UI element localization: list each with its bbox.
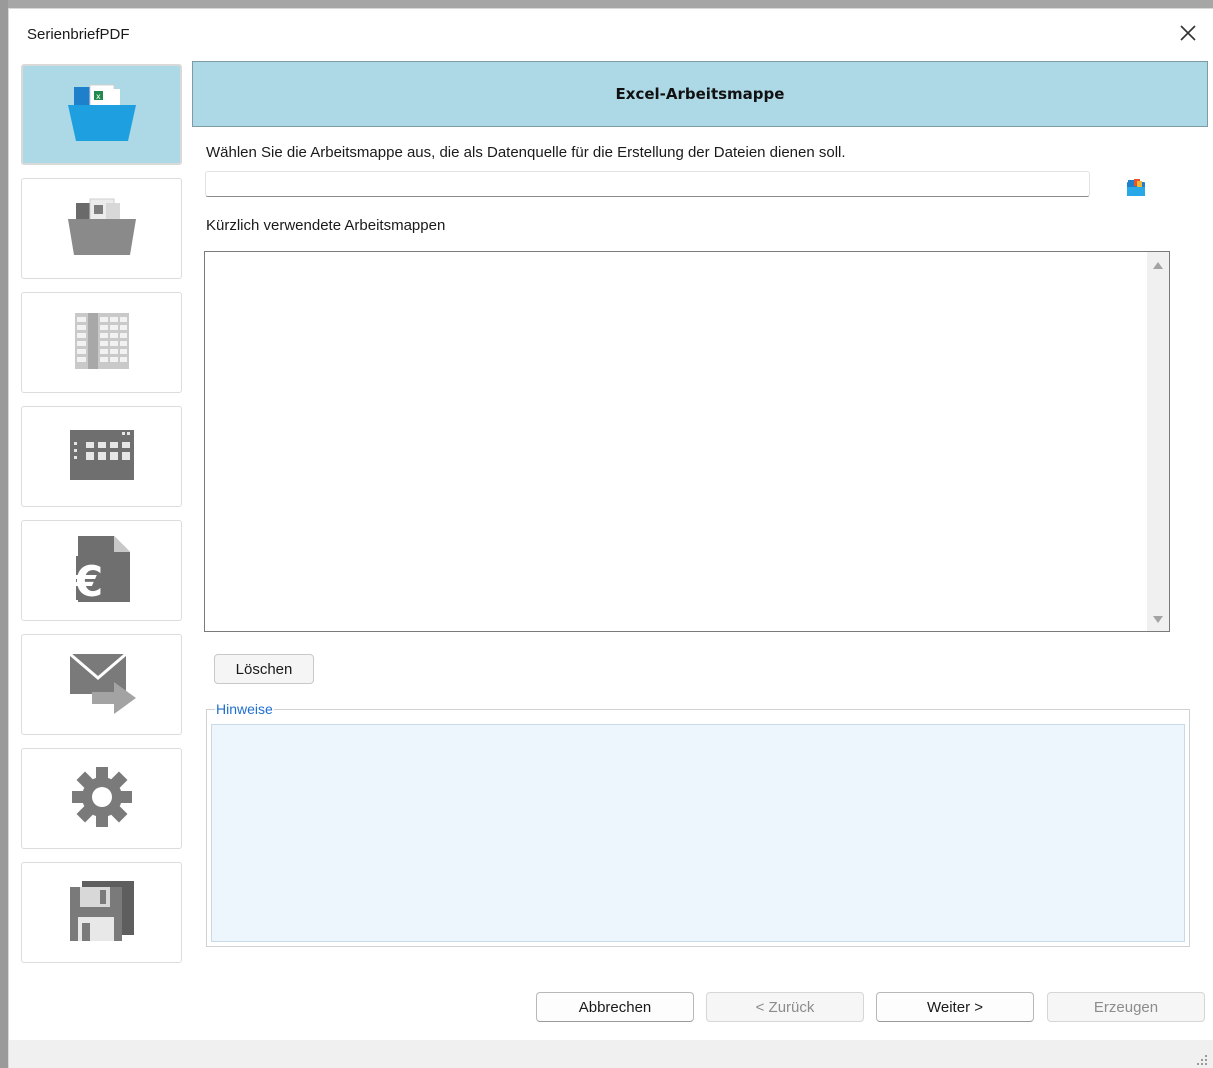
gear-icon [70,765,134,833]
floppy-disk-icon [68,879,136,947]
delete-button[interactable]: Löschen [214,654,314,684]
window-top-edge [0,0,1213,8]
window-left-edge [0,0,8,1068]
hints-group: Hinweise [206,701,1190,947]
scroll-up-icon[interactable] [1153,262,1163,269]
workbook-description: Wählen Sie die Arbeitsmappe aus, die als… [206,144,846,161]
mail-forward-icon [66,650,138,720]
page-header: Excel-Arbeitsmappe [192,61,1208,127]
sidebar-item-excel-workbook[interactable]: x [21,64,182,165]
euro-document-icon: € [72,534,132,608]
sidebar-item-settings[interactable] [21,748,182,849]
excel-folder-icon: x [66,83,138,147]
hints-content [211,724,1185,942]
back-button[interactable]: < Zurück [706,992,864,1022]
page-title: Excel-Arbeitsmappe [615,85,785,103]
table-grid-icon [72,311,132,375]
status-bar [9,1040,1213,1068]
list-scrollbar[interactable] [1147,252,1169,631]
recent-workbooks-label: Kürzlich verwendete Arbeitsmappen [206,217,446,234]
recent-workbooks-list[interactable] [204,251,1170,632]
create-button[interactable]: Erzeugen [1047,992,1205,1022]
cancel-button[interactable]: Abbrechen [536,992,694,1022]
window-title: SerienbriefPDF [27,26,130,43]
layout-grid-icon [68,428,136,486]
sidebar-item-excel-folder[interactable] [21,178,182,279]
sidebar-item-save[interactable] [21,862,182,963]
workbook-path-input[interactable] [205,171,1090,197]
close-icon[interactable] [1176,21,1200,45]
hints-legend: Hinweise [215,701,274,717]
svg-text:x: x [96,92,101,101]
resize-grip-icon[interactable] [1196,1053,1208,1065]
sidebar-item-invoice[interactable]: € [21,520,182,621]
dialog-window: SerienbriefPDF x € Excel-Arbeitsmappe Wä… [8,8,1213,1068]
title-bar: SerienbriefPDF [9,9,1213,61]
scroll-down-icon[interactable] [1153,616,1163,623]
sidebar-item-mail[interactable] [21,634,182,735]
next-button[interactable]: Weiter > [876,992,1034,1022]
svg-text:€: € [73,557,103,604]
sidebar-item-layout[interactable] [21,406,182,507]
excel-folder-gray-icon [66,197,138,261]
folder-open-icon[interactable] [1126,178,1146,198]
sidebar-item-table[interactable] [21,292,182,393]
